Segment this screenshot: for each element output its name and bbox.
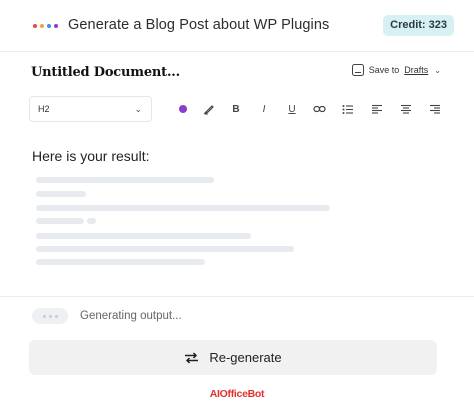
link-icon <box>312 105 326 113</box>
text-color-button[interactable] <box>174 100 192 118</box>
italic-button[interactable]: I <box>255 100 273 118</box>
regenerate-label: Re-generate <box>209 350 282 365</box>
align-left-icon <box>372 104 382 114</box>
chevron-down-icon[interactable]: ⌄ <box>434 66 441 75</box>
logo-dot-orange <box>40 24 44 28</box>
app-logo-dots <box>33 24 58 28</box>
loading-dot <box>42 314 46 318</box>
align-left-button[interactable] <box>368 100 386 118</box>
link-button[interactable] <box>310 100 328 118</box>
regenerate-button[interactable]: Re-generate <box>29 340 437 375</box>
loading-dot <box>48 314 52 318</box>
divider <box>0 296 474 297</box>
skeleton-line <box>36 191 86 197</box>
credit-badge: Credit: 323 <box>383 15 454 36</box>
align-center-icon <box>401 104 411 114</box>
logo-dot-red <box>33 24 37 28</box>
loading-dot <box>54 314 58 318</box>
header: Generate a Blog Post about WP Plugins Cr… <box>0 0 474 52</box>
skeleton-line <box>36 205 330 211</box>
bold-button[interactable]: B <box>227 100 245 118</box>
align-right-button[interactable] <box>426 100 444 118</box>
bullet-list-button[interactable] <box>339 100 357 118</box>
skeleton-line <box>36 259 205 265</box>
document-title[interactable]: Untitled Document... <box>31 65 180 80</box>
skeleton-line <box>36 246 294 252</box>
underline-button[interactable]: U <box>283 100 301 118</box>
skeleton-line <box>36 233 251 239</box>
highlight-button[interactable] <box>200 100 218 118</box>
skeleton-line <box>36 177 214 183</box>
page-title: Generate a Blog Post about WP Plugins <box>68 17 330 33</box>
swap-arrows-icon <box>185 351 199 364</box>
loading-indicator <box>32 308 68 324</box>
save-target-link[interactable]: Drafts <box>404 65 428 75</box>
editor-toolbar: H2 ⌄ B I U <box>0 96 474 124</box>
save-to-drafts-button[interactable]: Save to Drafts ⌄ <box>351 64 441 76</box>
logo-dot-purple <box>54 24 58 28</box>
heading-level-value: H2 <box>38 104 50 114</box>
brand-logo: AIOfficeBot <box>209 388 265 400</box>
skeleton-line <box>36 218 84 224</box>
save-prefix-label: Save to <box>368 65 400 75</box>
color-swatch-icon <box>179 105 187 113</box>
highlighter-icon <box>203 105 214 115</box>
folder-icon <box>351 64 364 76</box>
align-right-icon <box>430 104 440 114</box>
skeleton-line <box>87 218 96 224</box>
logo-dot-blue <box>47 24 51 28</box>
status-text: Generating output... <box>80 310 182 322</box>
align-center-button[interactable] <box>397 100 415 118</box>
list-icon <box>342 104 353 114</box>
chevron-down-icon: ⌄ <box>134 104 142 114</box>
result-heading: Here is your result: <box>32 148 150 164</box>
heading-level-select[interactable]: H2 ⌄ <box>29 96 152 122</box>
